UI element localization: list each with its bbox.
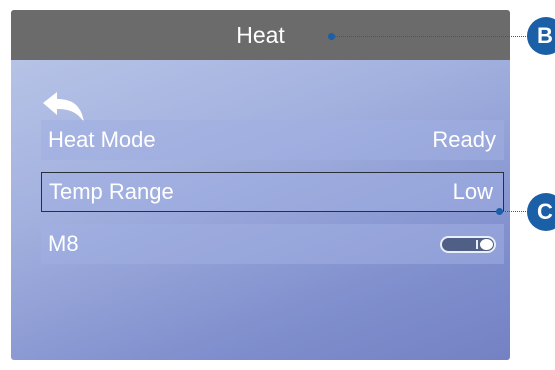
callout-label: B <box>537 23 553 48</box>
device-screen: Heat Heat Mode Ready Temp Range Low M8 <box>11 10 510 360</box>
callout-c-line <box>502 211 528 212</box>
menu-item-temp-range[interactable]: Temp Range Low <box>41 172 504 212</box>
callout-label: C <box>537 199 553 224</box>
m8-toggle[interactable] <box>440 235 496 253</box>
menu-item-heat-mode[interactable]: Heat Mode Ready <box>41 120 504 160</box>
menu-item-label: Heat Mode <box>48 127 156 152</box>
page-title: Heat <box>236 21 285 48</box>
toggle-tick <box>476 239 478 249</box>
callout-badge-c: C <box>527 193 555 231</box>
header-bar: Heat <box>11 10 510 60</box>
toggle-knob <box>480 238 493 250</box>
callout-badge-b: B <box>527 17 555 55</box>
callout-b-line <box>334 36 528 37</box>
menu-item-value: Low <box>452 179 493 204</box>
menu-item-label: M8 <box>48 231 79 256</box>
menu-item-m8[interactable]: M8 <box>41 224 504 264</box>
menu-item-label: Temp Range <box>49 179 174 204</box>
menu-item-value: Ready <box>432 127 496 152</box>
back-arrow-icon[interactable] <box>41 90 87 124</box>
